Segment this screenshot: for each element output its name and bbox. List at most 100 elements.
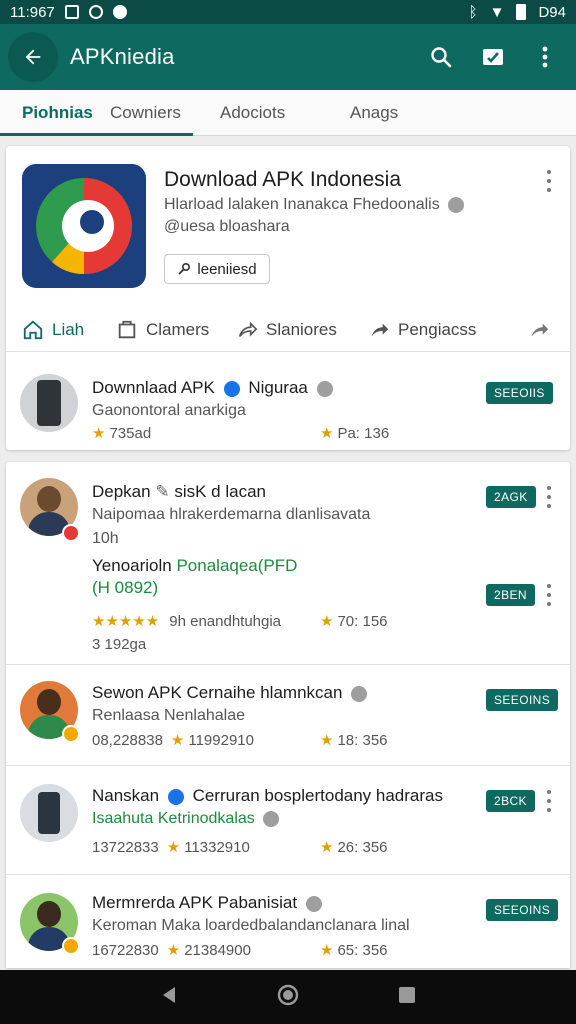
- search-button[interactable]: [428, 44, 454, 70]
- more-vert-icon: [542, 46, 548, 68]
- verified-icon: [223, 380, 240, 397]
- app-bar: APKniedia: [0, 24, 576, 90]
- edit-button[interactable]: [480, 44, 506, 70]
- status-badge[interactable]: SEEOINS: [486, 899, 559, 921]
- home-circle-icon: [277, 984, 299, 1005]
- star-icon: ★: [320, 839, 334, 856]
- overflow-menu-button[interactable]: [532, 44, 558, 70]
- post-subtitle: Naipomaa hlrakerdemarna dlanlisavata: [92, 506, 371, 523]
- post-title: Nanskan Cerruran bosplertodany hadraras: [92, 786, 443, 805]
- post-score: ★ 70: 156: [320, 612, 388, 631]
- star-icon: ★: [92, 425, 106, 442]
- post-more-button[interactable]: [544, 486, 554, 508]
- app-header-more-button[interactable]: [544, 170, 554, 192]
- wifi-icon: ▼: [489, 3, 505, 21]
- info-icon: [316, 380, 333, 397]
- tab-piohnias[interactable]: Piohnias: [0, 90, 193, 136]
- post-subtitle: Keroman Maka loardedbalandanclanara lina…: [92, 917, 410, 934]
- app-action-row: Liah Clamers Slaniores Pengiacss: [6, 308, 570, 352]
- key-icon: [178, 262, 191, 275]
- status-time: 11:967: [10, 3, 55, 21]
- verified-icon: [167, 788, 184, 805]
- device-thumbnail: [20, 374, 78, 432]
- post-title: Mermrerda APK Pabanisiat: [92, 893, 326, 913]
- featured-item[interactable]: Downnlaad APK Niguraa Gaonontoral anarki…: [6, 356, 570, 446]
- download-icon: [112, 5, 127, 19]
- battery-icon: [516, 4, 527, 20]
- list-item[interactable]: Sewon APK Cernaihe hlamnkcan Renlaasa Ne…: [6, 665, 570, 765]
- recents-square-icon: [399, 986, 415, 1003]
- bluetooth-icon: ᛒ: [468, 3, 478, 21]
- pencil-icon: ✎: [155, 482, 170, 501]
- tab-adociots[interactable]: Adociots: [220, 90, 285, 136]
- list-item[interactable]: Nanskan Cerruran bosplertodany hadraras …: [6, 766, 570, 874]
- info-icon: [448, 196, 465, 213]
- post-title: Sewon APK Cernaihe hlamnkcan: [92, 683, 371, 703]
- tag-badge-secondary[interactable]: 2BEN: [486, 584, 535, 606]
- forward-icon: [531, 323, 549, 336]
- sync-icon: [88, 5, 103, 19]
- posts-list-card: Depkan ✎ sisK d lacan Naipomaa hlrakerde…: [6, 462, 570, 968]
- app-detail-card: Download APK Indonesia Hlarload lalaken …: [6, 146, 570, 450]
- star-icon: ★: [320, 942, 334, 959]
- star-icon: ★: [166, 839, 181, 856]
- back-button[interactable]: [8, 32, 58, 82]
- action-more-forward[interactable]: [528, 319, 550, 341]
- search-icon: [431, 47, 452, 68]
- post-meta: 08,228838 ★ 11992910: [92, 731, 254, 750]
- featured-score: ★ Pa: 136: [320, 424, 390, 443]
- app-name: Download APK Indonesia: [164, 168, 401, 191]
- notification-icon: [64, 5, 79, 19]
- action-slaniores[interactable]: Slaniores: [236, 319, 337, 341]
- post-score: ★ 18: 356: [320, 731, 388, 750]
- list-item[interactable]: Mermrerda APK Pabanisiat Keroman Maka lo…: [6, 875, 570, 968]
- star-icon: ★: [320, 732, 334, 749]
- device-thumbnail: [20, 784, 78, 842]
- star-icon: ★: [320, 425, 334, 442]
- back-triangle-icon: [163, 986, 175, 1003]
- action-clamers[interactable]: Clamers: [116, 319, 209, 341]
- star-icon: ★: [320, 613, 334, 630]
- app-description: Hlarload lalaken Inanakca Fhedoonalis: [164, 196, 468, 214]
- live-badge-icon: [62, 524, 80, 542]
- post-time: 10h: [92, 530, 119, 547]
- info-icon: [305, 895, 322, 912]
- featured-rating: ★ 735ad: [92, 424, 152, 443]
- post-content-line2: (H 0892): [92, 578, 159, 597]
- featured-subtitle: Gaonontoral anarkiga: [92, 402, 246, 419]
- post-more-button[interactable]: [544, 790, 554, 812]
- edit-icon: [483, 49, 503, 65]
- list-item[interactable]: Depkan ✎ sisK d lacan Naipomaa hlrakerde…: [6, 462, 570, 664]
- post-link[interactable]: Ponalaqea(PFD: [176, 556, 297, 575]
- tab-cowniers[interactable]: Cowniers: [110, 90, 181, 136]
- star-icon: ★: [170, 732, 185, 749]
- post-meta: 13722833 ★ 11332910: [92, 838, 250, 857]
- nav-home-button[interactable]: [277, 984, 299, 1011]
- status-badge[interactable]: SEEOINS: [486, 689, 559, 711]
- status-badge[interactable]: SEEOIIS: [486, 382, 553, 404]
- share-icon: [238, 321, 258, 337]
- tag-badge[interactable]: 2AGK: [486, 486, 536, 508]
- star-icon: ★: [166, 942, 181, 959]
- nav-recents-button[interactable]: [397, 985, 417, 1010]
- star-badge-icon: [62, 725, 80, 743]
- action-pengiacss[interactable]: Pengiacss: [368, 319, 476, 341]
- post-score: ★ 26: 356: [320, 838, 388, 857]
- post-content: Yenoarioln Ponalaqea(PFD: [92, 556, 298, 575]
- system-nav-bar: [0, 970, 576, 1024]
- action-liah[interactable]: Liah: [22, 319, 84, 341]
- star-badge-icon: [62, 937, 80, 955]
- featured-title: Downnlaad APK Niguraa: [92, 378, 337, 398]
- post-more-button-secondary[interactable]: [544, 584, 554, 606]
- post-subtitle: Isaahuta Ketrinodkalas: [92, 810, 283, 828]
- post-subtitle: Renlaasa Nenlahalae: [92, 707, 245, 724]
- license-button[interactable]: leeniiesd: [164, 254, 270, 284]
- tag-badge[interactable]: 2BCK: [486, 790, 535, 812]
- post-count: 3 192ga: [92, 636, 147, 653]
- info-icon: [351, 685, 368, 702]
- tab-anags[interactable]: Anags: [350, 90, 398, 136]
- tab-strip: Piohnias Cowniers Adociots Anags: [0, 90, 576, 136]
- nav-back-button[interactable]: [159, 985, 179, 1010]
- license-button-label: leeniiesd: [197, 260, 257, 278]
- post-title: Depkan ✎ sisK d lacan: [92, 482, 266, 501]
